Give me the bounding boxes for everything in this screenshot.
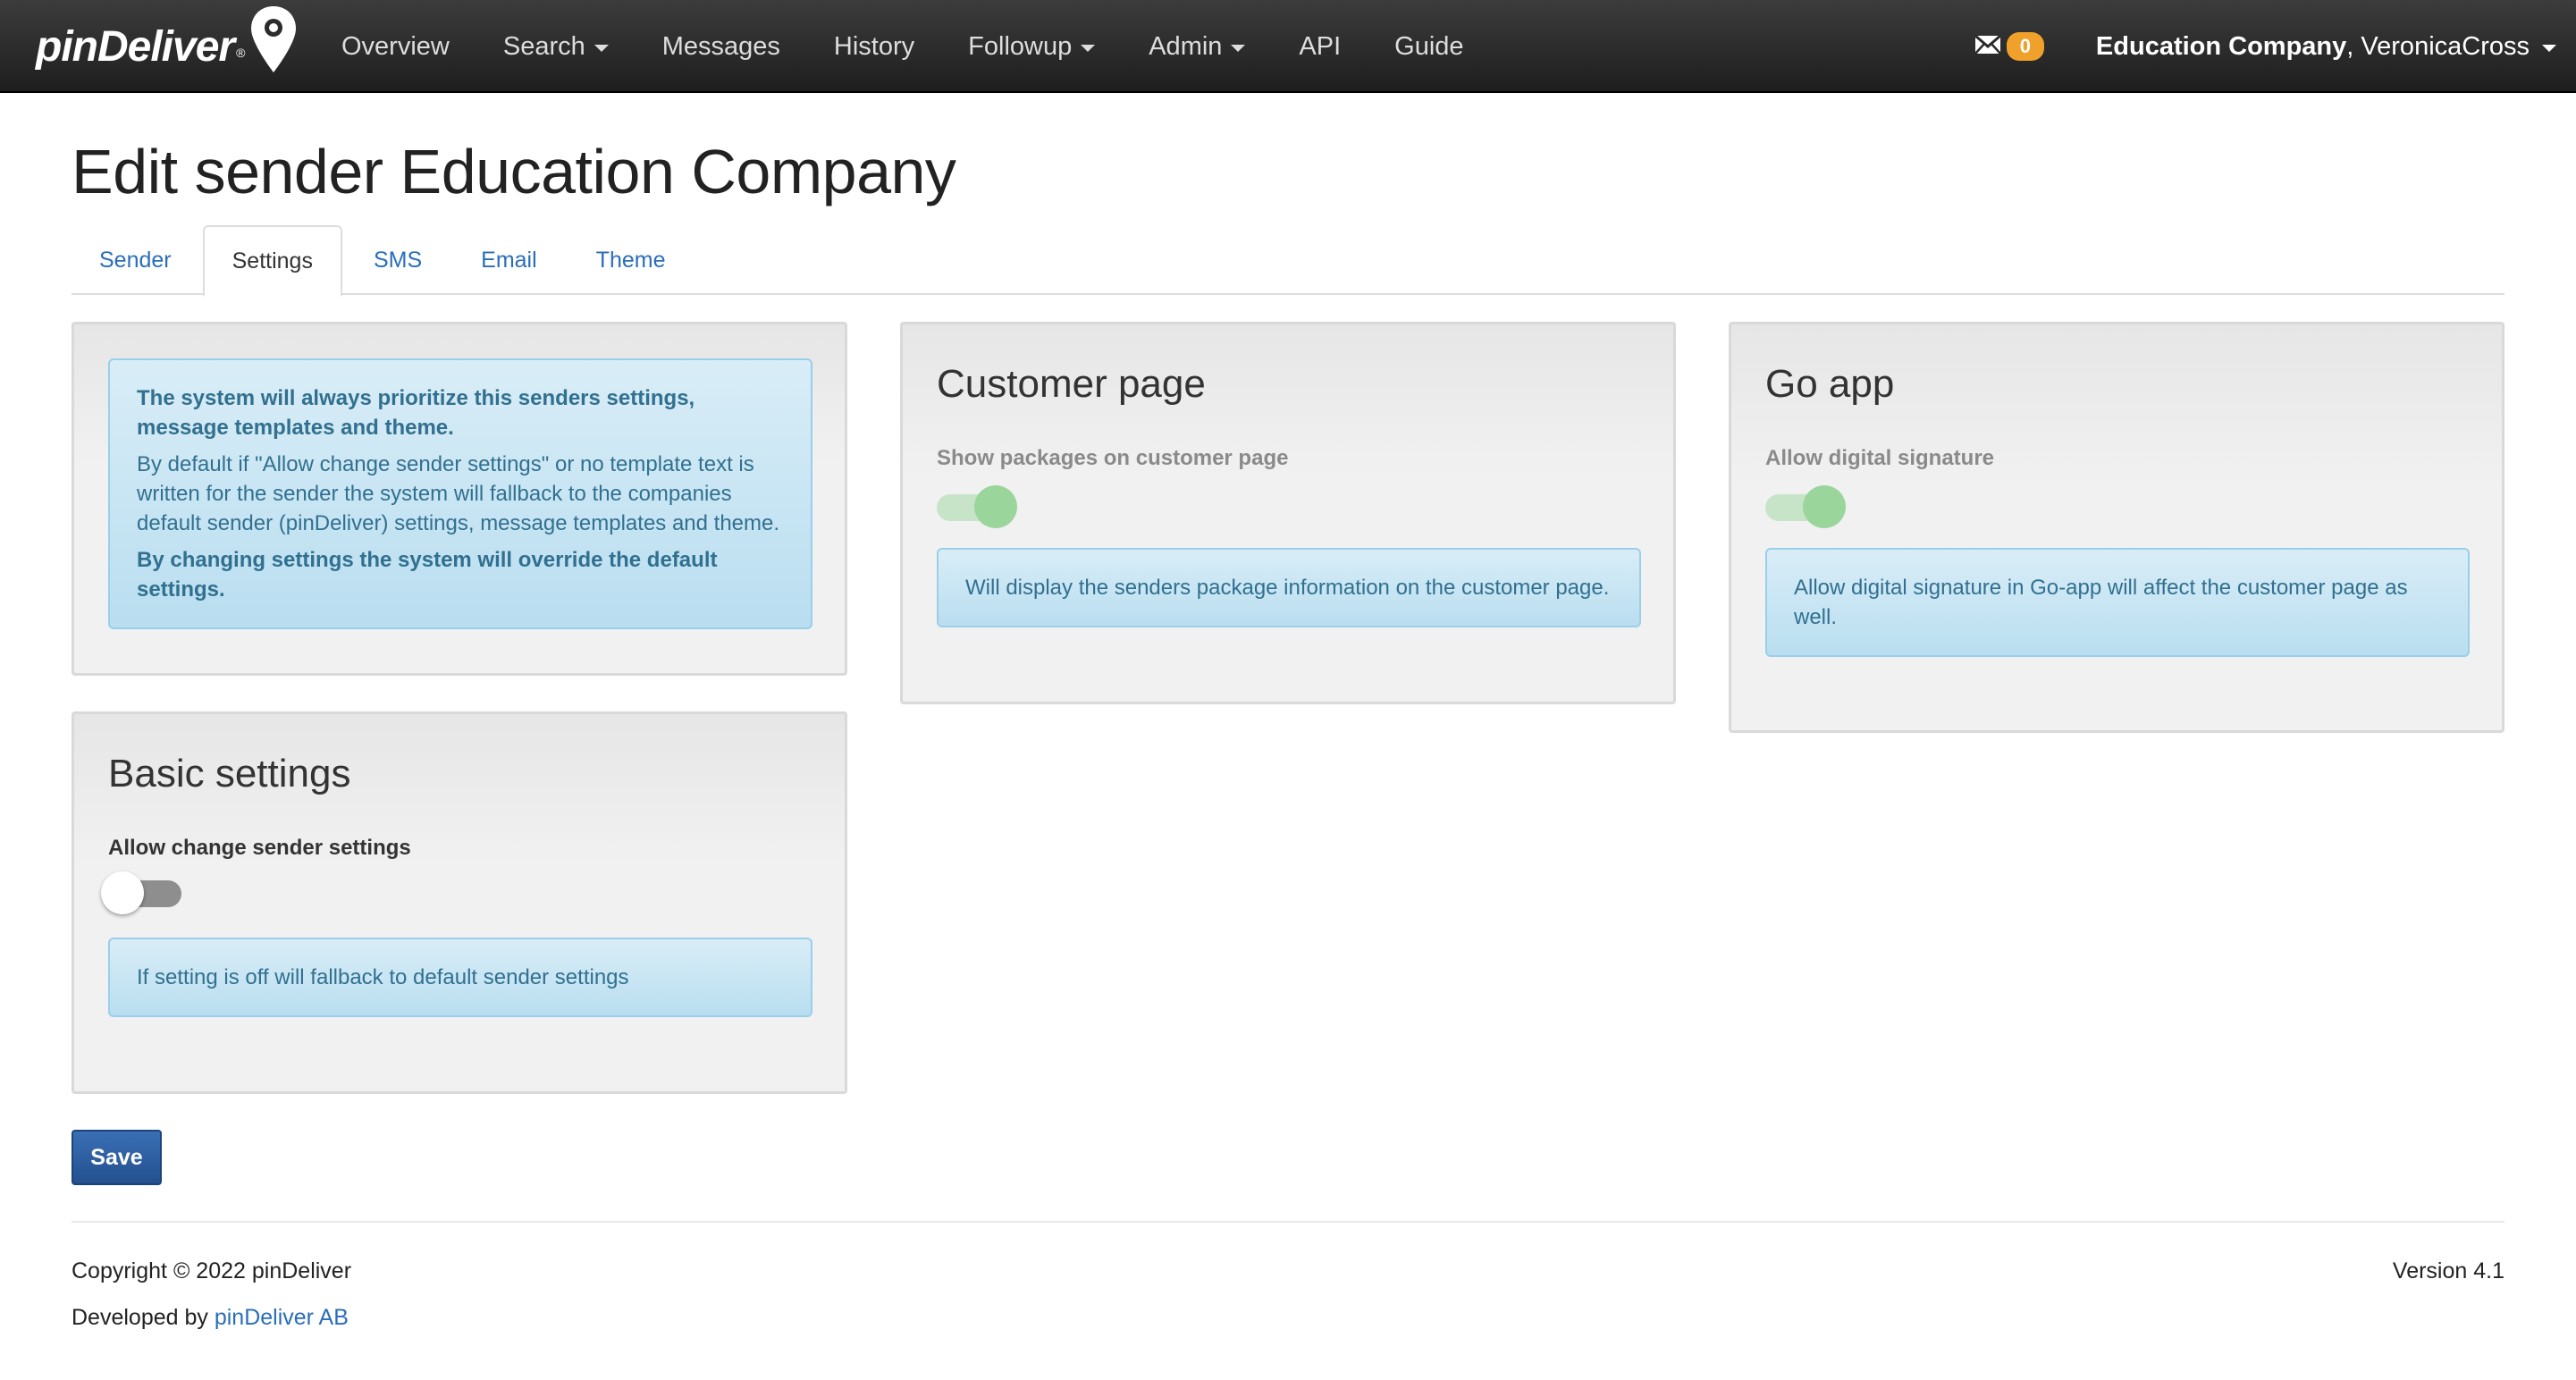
caret-down-icon: [1081, 45, 1096, 52]
tab-sender[interactable]: Sender: [72, 225, 199, 295]
version-text: Version 4.1: [2392, 1258, 2504, 1283]
tab-sms[interactable]: SMS: [346, 225, 450, 295]
tab-sms-label: SMS: [373, 247, 423, 273]
tab-email[interactable]: Email: [453, 225, 565, 295]
map-pin-icon: [248, 4, 299, 80]
brand-logo[interactable]: pinDeliver ®: [36, 4, 299, 86]
user-menu[interactable]: Education Company, VeronicaCross: [2096, 32, 2556, 62]
save-button[interactable]: Save: [72, 1130, 162, 1185]
digital-signature-toggle[interactable]: [1765, 485, 1846, 528]
caret-down-icon: [593, 45, 609, 52]
nav-api-label: API: [1299, 31, 1342, 61]
go-app-note-text: Allow digital signature in Go-app will a…: [1794, 576, 2408, 629]
main-nav: Overview Search Messages History Followu…: [315, 0, 1491, 93]
customer-page-title: Customer page: [937, 362, 1206, 406]
company-name: Education Company: [2095, 31, 2347, 61]
customer-page-note: Will display the senders package informa…: [937, 548, 1641, 627]
nav-admin-label: Admin: [1149, 31, 1223, 61]
nav-search[interactable]: Search: [476, 0, 636, 93]
nav-followup[interactable]: Followup: [941, 0, 1122, 93]
caret-down-icon: [2542, 45, 2556, 52]
messages-indicator[interactable]: 0: [1974, 32, 2044, 61]
tab-bar: Sender Settings SMS Email Theme: [72, 225, 2504, 297]
footer-divider: [72, 1221, 2504, 1223]
nav-overview-label: Overview: [341, 31, 450, 61]
allow-change-toggle[interactable]: [101, 871, 181, 914]
go-app-note: Allow digital signature in Go-app will a…: [1765, 548, 2470, 657]
nav-search-label: Search: [502, 31, 585, 61]
nav-messages-label: Messages: [661, 31, 780, 61]
show-packages-toggle[interactable]: [937, 485, 1017, 528]
developed-by-prefix: Developed by: [72, 1305, 215, 1330]
tab-settings[interactable]: Settings: [202, 225, 342, 297]
envelope-icon: [1974, 34, 2001, 60]
basic-settings-note: If setting is off will fallback to defau…: [108, 938, 812, 1017]
basic-settings-panel: Basic settings Allow change sender setti…: [72, 711, 847, 1094]
info-override-text: By changing settings the system will ove…: [137, 548, 718, 602]
go-app-panel: Go app Allow digital signature Allow dig…: [1729, 322, 2504, 733]
nav-history[interactable]: History: [807, 0, 941, 93]
nav-admin[interactable]: Admin: [1122, 0, 1272, 93]
show-packages-label: Show packages on customer page: [937, 446, 1289, 470]
page-title: Edit sender Education Company: [72, 137, 956, 206]
nav-overview[interactable]: Overview: [315, 0, 476, 93]
brand-trademark: ®: [236, 46, 246, 60]
nav-followup-label: Followup: [968, 31, 1073, 61]
allow-change-label: Allow change sender settings: [108, 836, 411, 860]
nav-guide[interactable]: Guide: [1368, 0, 1490, 93]
top-navbar: pinDeliver ® Overview Search Messages Hi…: [0, 0, 2576, 93]
toggle-knob: [1803, 485, 1846, 528]
info-alert: The system will always prioritize this s…: [108, 358, 812, 629]
tab-settings-label: Settings: [232, 248, 313, 273]
customer-page-panel: Customer page Show packages on customer …: [900, 322, 1676, 704]
tab-sender-label: Sender: [99, 247, 172, 273]
info-priority-text: The system will always prioritize this s…: [137, 386, 695, 440]
info-panel: The system will always prioritize this s…: [72, 322, 847, 676]
toggle-knob: [974, 485, 1017, 528]
nav-messages[interactable]: Messages: [636, 0, 807, 93]
tab-theme[interactable]: Theme: [568, 225, 694, 295]
caret-down-icon: [1231, 45, 1246, 52]
developer-link[interactable]: pinDeliver AB: [215, 1305, 349, 1330]
tab-theme-label: Theme: [595, 247, 666, 273]
tab-email-label: Email: [481, 247, 537, 273]
nav-history-label: History: [833, 31, 915, 61]
user-separator: ,: [2346, 31, 2361, 61]
toggle-knob: [101, 871, 144, 914]
brand-name: pinDeliver: [36, 22, 235, 71]
basic-settings-title: Basic settings: [108, 752, 351, 795]
nav-api[interactable]: API: [1272, 0, 1368, 93]
nav-right: 0 Education Company, VeronicaCross: [1974, 0, 2556, 93]
developed-by: Developed by pinDeliver AB: [72, 1305, 349, 1331]
user-name: VeronicaCross: [2361, 31, 2530, 61]
digital-signature-label: Allow digital signature: [1765, 446, 1995, 470]
go-app-title: Go app: [1765, 362, 1895, 406]
basic-settings-note-text: If setting is off will fallback to defau…: [137, 965, 629, 989]
customer-page-note-text: Will display the senders package informa…: [965, 576, 1610, 600]
nav-guide-label: Guide: [1394, 31, 1464, 61]
message-count-badge: 0: [2006, 32, 2044, 61]
info-fallback-text: By default if "Allow change sender setti…: [137, 452, 780, 535]
copyright-text: Copyright © 2022 pinDeliver: [72, 1258, 352, 1283]
